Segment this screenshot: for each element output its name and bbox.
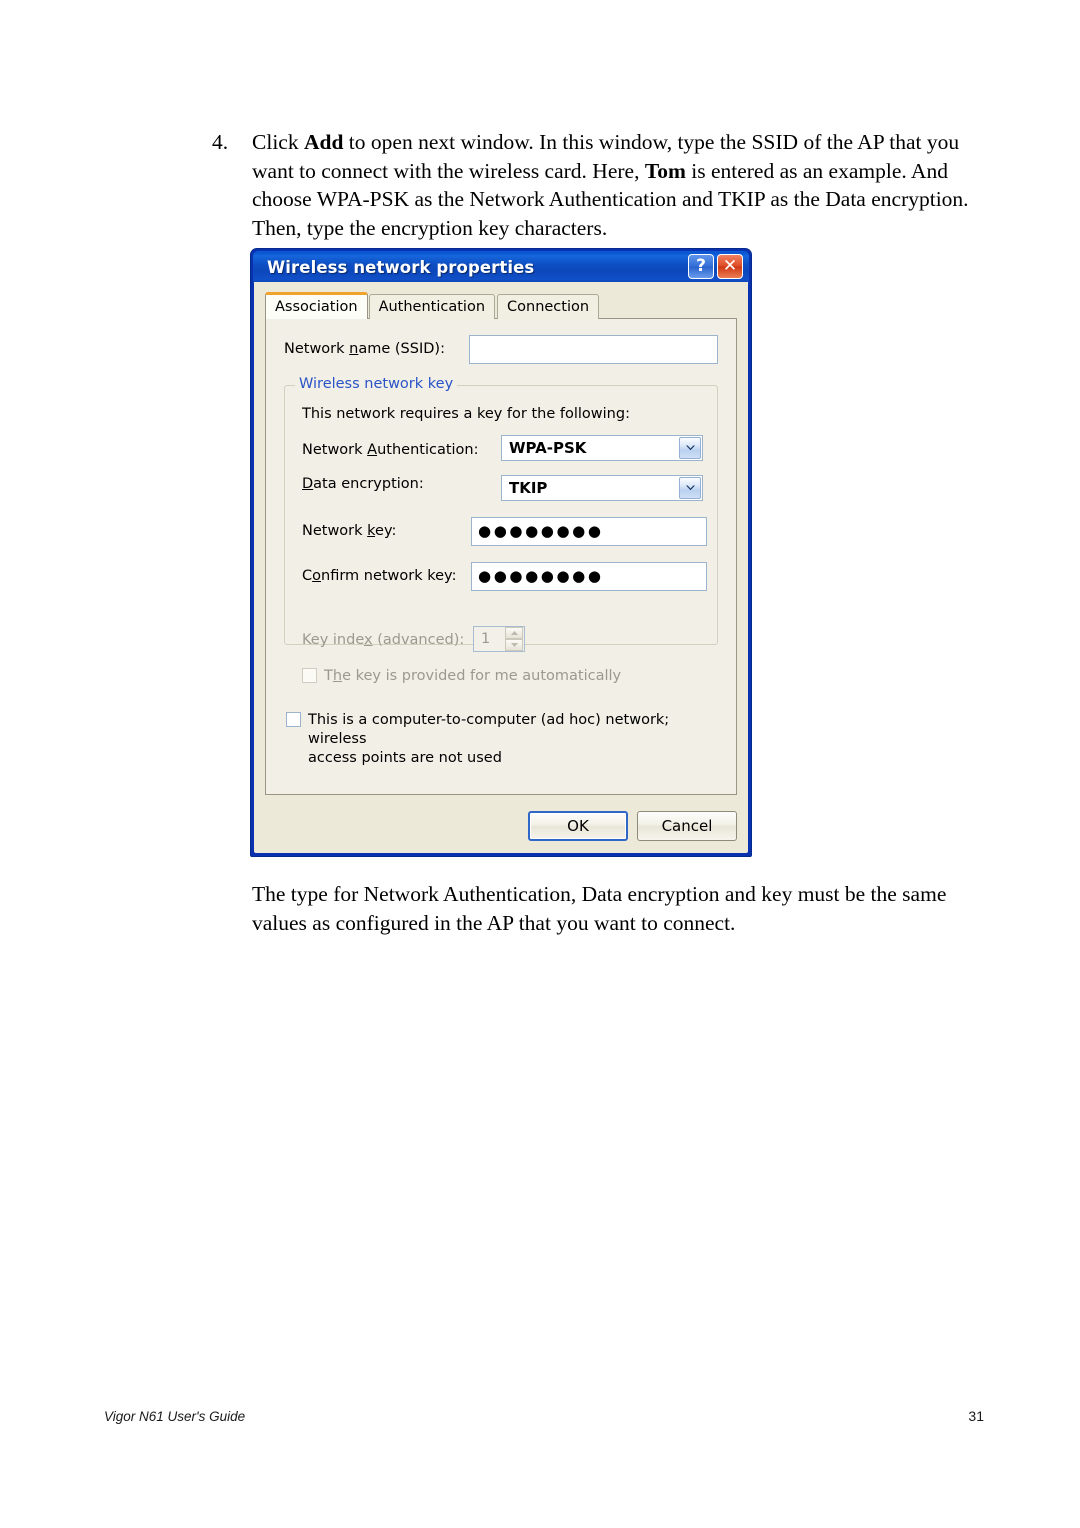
adhoc-checkbox[interactable] [286,712,301,727]
key-index-label: Key index (advanced): [302,632,465,648]
adhoc-checkbox-row[interactable]: This is a computer-to-computer (ad hoc) … [286,711,706,768]
key-index-stepper[interactable]: 1 [473,626,525,652]
wireless-network-key-group: Wireless network key This network requir… [284,376,718,684]
confirm-network-key-value: ●●●●●●●● [478,567,604,585]
cancel-button[interactable]: Cancel [637,811,737,841]
key-index-value: 1 [481,631,491,647]
key-requirement-note: This network requires a key for the foll… [302,406,630,422]
note-paragraph: The type for Network Authentication, Dat… [252,882,947,935]
step-number: 4. [212,130,229,154]
wireless-network-properties-dialog: Wireless network properties ? ✕ Associat… [250,248,752,857]
ok-button[interactable]: OK [528,811,628,841]
chevron-down-icon[interactable] [505,639,523,651]
data-encryption-select[interactable]: TKIP [501,475,703,501]
network-authentication-label: Network Authentication: [302,442,479,458]
ssid-input[interactable] [469,335,718,364]
tabstrip: Association Authentication Connection [265,292,601,319]
title-bar-buttons: ? ✕ [688,254,743,279]
network-key-label: Network key: [302,523,397,539]
footer-guide-title: Vigor N61 User's Guide [104,1409,246,1424]
help-icon[interactable]: ? [688,254,714,279]
data-encryption-label: Data encryption: [302,476,424,492]
chevron-down-icon[interactable] [679,437,701,459]
close-icon[interactable]: ✕ [717,254,743,279]
network-authentication-select[interactable]: WPA-PSK [501,435,703,461]
auto-key-checkbox[interactable] [302,668,317,683]
key-index-stepper-buttons[interactable] [505,627,523,651]
step-text: Click Add to open next window. In this w… [252,130,969,240]
page-footer: Vigor N61 User's Guide 31 [104,1408,984,1424]
auto-key-checkbox-row[interactable]: The key is provided for me automatically [302,667,702,686]
network-authentication-value: WPA-PSK [509,439,587,457]
confirm-network-key-label: Confirm network key: [302,568,457,584]
confirm-network-key-input[interactable]: ●●●●●●●● [471,562,707,591]
dialog-title-bar[interactable]: Wireless network properties ? ✕ [253,251,749,284]
footer-page-number: 31 [968,1408,984,1424]
chevron-up-icon[interactable] [505,627,523,639]
adhoc-label: This is a computer-to-computer (ad hoc) … [308,712,670,766]
auto-key-label: The key is provided for me automatically [324,668,622,684]
dialog-button-row: OK Cancel [528,811,737,841]
dialog-body: Association Authentication Connection Ne… [254,282,748,853]
wireless-network-key-legend: Wireless network key [295,376,458,392]
dialog-title: Wireless network properties [267,258,535,277]
document-page: 4. Click Add to open next window. In thi… [0,0,1080,1528]
network-key-value: ●●●●●●●● [478,522,604,540]
tab-connection[interactable]: Connection [497,294,600,319]
network-key-input[interactable]: ●●●●●●●● [471,517,707,546]
data-encryption-value: TKIP [509,479,548,497]
step-row: 4. Click Add to open next window. In thi… [212,128,1002,242]
tab-authentication[interactable]: Authentication [368,294,496,319]
tab-association[interactable]: Association [265,292,368,319]
association-tab-panel: Network name (SSID): Wireless network ke… [265,318,737,795]
chevron-down-icon[interactable] [679,477,701,499]
step-4-block: 4. Click Add to open next window. In thi… [212,128,1002,242]
ssid-label: Network name (SSID): [284,341,445,357]
